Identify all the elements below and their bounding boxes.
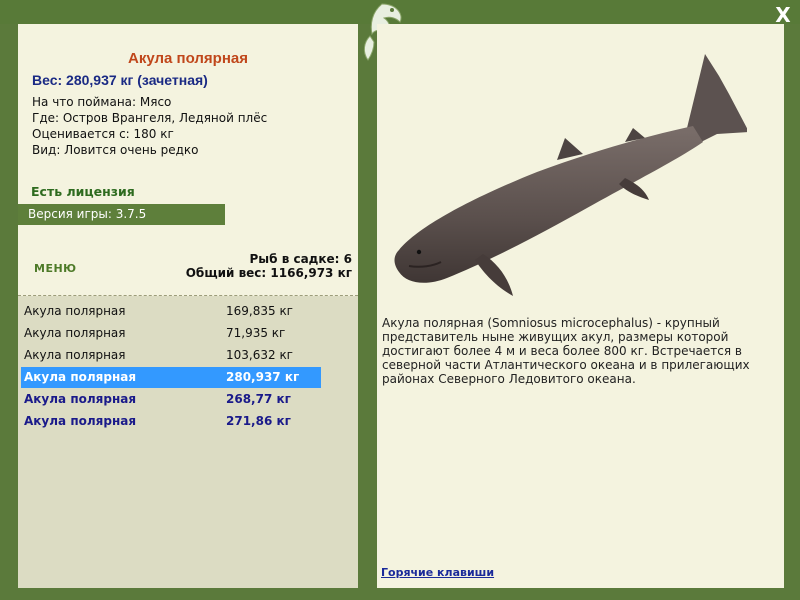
- fish-description: Акула полярная (Somniosus microcephalus)…: [382, 316, 750, 386]
- catch-fish-weight: 71,935 кг: [226, 326, 286, 340]
- hotkeys-link[interactable]: Горячие клавиши: [381, 566, 494, 579]
- menu-button[interactable]: МЕНЮ: [34, 262, 77, 275]
- fish-count: Рыб в садке: 6: [249, 252, 353, 266]
- catch-fish-weight: 103,632 кг: [226, 348, 293, 362]
- catch-fish-name: Акула полярная: [24, 370, 137, 384]
- divider: [18, 295, 358, 296]
- catch-list-row[interactable]: Акула полярная 280,937 кг: [21, 367, 321, 388]
- license-status: Есть лицензия: [31, 184, 135, 199]
- fish-weight: Вес: 280,937 кг (зачетная): [32, 72, 208, 88]
- catch-list-row[interactable]: Акула полярная 71,935 кг: [21, 323, 321, 344]
- catch-list-row[interactable]: Акула полярная 268,77 кг: [21, 389, 321, 410]
- fish-description-panel: Акула полярная (Somniosus microcephalus)…: [377, 24, 784, 588]
- shark-image: [394, 54, 747, 296]
- fish-valued-from: Оценивается с: 180 кг: [32, 127, 174, 141]
- total-weight: Общий вес: 1166,973 кг: [185, 266, 352, 280]
- catch-list-row[interactable]: Акула полярная 271,86 кг: [21, 411, 321, 432]
- catch-list-row[interactable]: Акула полярная 103,632 кг: [21, 345, 321, 366]
- fish-kind: Вид: Ловится очень редко: [32, 143, 199, 157]
- catch-fish-name: Акула полярная: [24, 414, 137, 428]
- catch-fish-name: Акула полярная: [24, 326, 126, 340]
- catch-fish-weight: 268,77 кг: [226, 392, 291, 406]
- catch-fish-weight: 169,835 кг: [226, 304, 293, 318]
- close-button[interactable]: X: [772, 4, 794, 26]
- catch-fish-name: Акула полярная: [24, 392, 137, 406]
- fish-place: Где: Остров Врангеля, Ледяной плёс: [32, 111, 268, 125]
- game-version: Версия игры: 3.7.5: [18, 204, 225, 225]
- catch-fish-name: Акула полярная: [24, 348, 126, 362]
- fish-info-panel: Акула полярная Вес: 280,937 кг (зачетная…: [18, 24, 358, 588]
- catch-fish-name: Акула полярная: [24, 304, 126, 318]
- fish-name: Акула полярная: [128, 50, 248, 67]
- fish-bait: На что поймана: Мясо: [32, 95, 172, 109]
- catch-fish-weight: 271,86 кг: [226, 414, 291, 428]
- catch-list-row[interactable]: Акула полярная 169,835 кг: [21, 301, 321, 322]
- catch-fish-weight: 280,937 кг: [226, 370, 300, 384]
